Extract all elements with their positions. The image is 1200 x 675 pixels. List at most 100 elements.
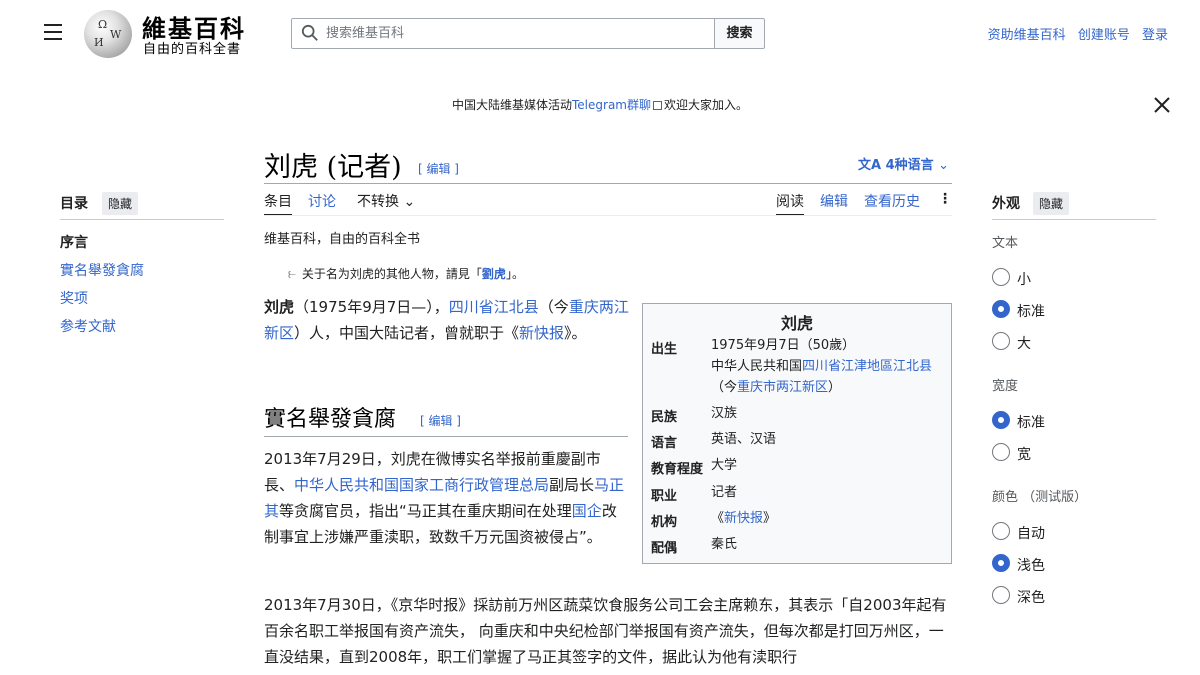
radio-color-dark[interactable] <box>992 586 1010 604</box>
infobox-value: 1975年9月7日（50歲） 中华人民共和国四川省江津地區江北县 （今重庆市两江新… <box>711 335 941 398</box>
infobox-key: 教育程度 <box>651 462 704 477</box>
subject-name: 刘虎 <box>264 298 295 316</box>
infobox-key: 语言 <box>651 436 678 451</box>
site-subtitle: 维基百科，自由的百科全书 <box>264 232 421 247</box>
radio-width-wide[interactable] <box>992 443 1010 461</box>
infobox-value: 汉族 <box>711 406 738 421</box>
hatnote-text: 」。 <box>505 267 524 281</box>
infobox-value: 秦氏 <box>711 537 738 552</box>
tab-label: 不转换 <box>357 194 399 210</box>
radio-label: 小 <box>1017 272 1031 288</box>
logo-glyph: И <box>94 36 104 49</box>
hatnote-text: 关于名为刘虎的其他人物，請見「 <box>301 267 482 281</box>
notice-text: 中国大陆维基媒体活动 <box>451 98 572 112</box>
infobox-key: 职业 <box>651 489 678 504</box>
section-paragraph: 2013年7月29日，刘虎在微博实名举报前重慶副市長、中华人民共和国国家工商行政… <box>264 446 628 550</box>
birth-place: 中华人民共和国四川省江津地區江北县 （今重庆市两江新区） <box>711 356 941 398</box>
main-menu-button[interactable] <box>44 24 64 42</box>
page-title: 刘虎 (记者) <box>264 152 402 183</box>
tab-read[interactable]: 阅读 <box>776 191 804 216</box>
toc-item-references[interactable]: 参考文献 <box>60 316 116 336</box>
search-input[interactable] <box>326 19 706 48</box>
translate-icon: 文A <box>858 158 882 173</box>
value-text: （今 <box>711 380 738 395</box>
edit-label: [ 编辑 ] <box>418 162 459 176</box>
radio-label: 大 <box>1017 336 1031 352</box>
para-text: 等贪腐官员，指出“马正其在重庆期间在处理 <box>279 502 572 520</box>
wikipedia-logo-icon[interactable]: Ω W И <box>84 10 132 58</box>
tab-edit[interactable]: 编辑 <box>820 191 848 211</box>
toc-hide-button[interactable]: 隐藏 <box>102 192 139 215</box>
login-link[interactable]: 登录 <box>1142 28 1168 43</box>
infobox: 刘虎 出生 1975年9月7日（50歲） 中华人民共和国四川省江津地區江北县 （今… <box>642 303 952 564</box>
radio-color-auto[interactable] <box>992 522 1010 540</box>
appearance-divider <box>992 219 1156 220</box>
menu-line <box>44 38 62 40</box>
radio-color-light[interactable] <box>992 554 1010 572</box>
logo-glyph: W <box>110 28 122 41</box>
notice-text: 欢迎大家加入。 <box>664 98 749 112</box>
search-button[interactable]: 搜索 <box>714 18 765 49</box>
tab-label: 讨论 <box>308 194 336 210</box>
appearance-title: 外观 <box>992 196 1020 212</box>
birthplace-link[interactable]: 四川省江北县 <box>449 298 539 316</box>
newspaper-link[interactable]: 新快报 <box>724 511 763 526</box>
section-paragraph: 2013年7月30日，《京华时报》採訪前万州区蔬菜饮食服务公司工会主席赖东，其表… <box>264 596 947 666</box>
district-link[interactable]: 重庆市两江新区 <box>737 380 828 395</box>
language-button[interactable]: 文A 4种语言 ⌄ <box>858 154 949 173</box>
infobox-value: 《新快报》 <box>711 511 777 526</box>
radio-text-large[interactable] <box>992 332 1010 350</box>
language-count: 4种语言 <box>885 158 934 173</box>
tab-label: 查看历史 <box>864 194 920 210</box>
chevron-down-icon: ⌄ <box>403 194 416 210</box>
donate-link[interactable]: 资助维基百科 <box>988 28 1066 43</box>
tab-label: 条目 <box>264 194 292 216</box>
toc-item-corruption[interactable]: 實名舉發貪腐 <box>60 260 144 280</box>
toc-item-awards[interactable]: 奖项 <box>60 288 88 308</box>
radio-text-standard[interactable] <box>992 300 1010 318</box>
infobox-key: 机构 <box>651 515 678 530</box>
create-account-link[interactable]: 创建账号 <box>1078 28 1130 43</box>
para-text: 副局长 <box>549 476 595 494</box>
logo-tagline: 自由的百科全書 <box>143 42 242 57</box>
section-edit-link[interactable]: [ 编辑 ] <box>420 412 461 429</box>
disambiguation-icon: ⥼ <box>288 266 296 282</box>
variant-dropdown[interactable]: 不转换 ⌄ <box>357 191 415 211</box>
radio-label: 标准 <box>1017 415 1045 431</box>
user-links: 资助维基百科 创建账号 登录 <box>980 24 1168 43</box>
newspaper-link[interactable]: 新快报 <box>519 324 564 342</box>
value-text: ） <box>828 380 842 395</box>
infobox-key: 配偶 <box>651 541 678 556</box>
tab-label: 编辑 <box>820 194 848 210</box>
lead-paragraph: 刘虎（1975年9月7日—），四川省江北县（今重庆两江新区）人，中国大陆记者，曾… <box>264 294 630 346</box>
infobox-value: 英语、汉语 <box>711 432 777 447</box>
infobox-value: 记者 <box>711 485 738 500</box>
soe-link[interactable]: 国企 <box>572 502 602 520</box>
saic-link[interactable]: 中华人民共和国国家工商行政管理总局 <box>294 476 549 494</box>
title-edit-link[interactable]: [ 编辑 ] <box>418 160 459 177</box>
radio-text-small[interactable] <box>992 268 1010 286</box>
more-options-icon[interactable]: ⋮ <box>938 191 952 207</box>
tab-article[interactable]: 条目 <box>264 191 292 216</box>
tab-talk[interactable]: 讨论 <box>308 191 336 211</box>
radio-label: 自动 <box>1017 526 1045 542</box>
radio-width-standard[interactable] <box>992 411 1010 429</box>
tab-history[interactable]: 查看历史 <box>864 191 920 211</box>
toc-item-intro[interactable]: 序言 <box>60 232 88 252</box>
tabs-divider <box>264 215 952 216</box>
color-label: 颜色 （测试版） <box>992 490 1088 505</box>
menu-line <box>44 31 62 33</box>
logo-glyph: Ω <box>98 18 108 31</box>
appearance-hide-button[interactable]: 隐藏 <box>1033 192 1070 215</box>
infobox-title: 刘虎 <box>780 314 813 333</box>
section-divider <box>264 436 628 437</box>
hatnote: ⥼ 关于名为刘虎的其他人物，請見「劉虎」。 <box>288 265 524 282</box>
birthplace-link[interactable]: 四川省江津地區江北县 <box>802 359 932 374</box>
hatnote-link[interactable]: 劉虎 <box>482 267 506 281</box>
close-icon[interactable] <box>1152 95 1172 115</box>
toc-divider <box>60 219 224 220</box>
menu-line <box>44 24 62 26</box>
chevron-down-icon: ⌄ <box>938 158 950 173</box>
width-label: 宽度 <box>992 379 1019 394</box>
telegram-link[interactable]: Telegram群聊 <box>572 98 651 112</box>
